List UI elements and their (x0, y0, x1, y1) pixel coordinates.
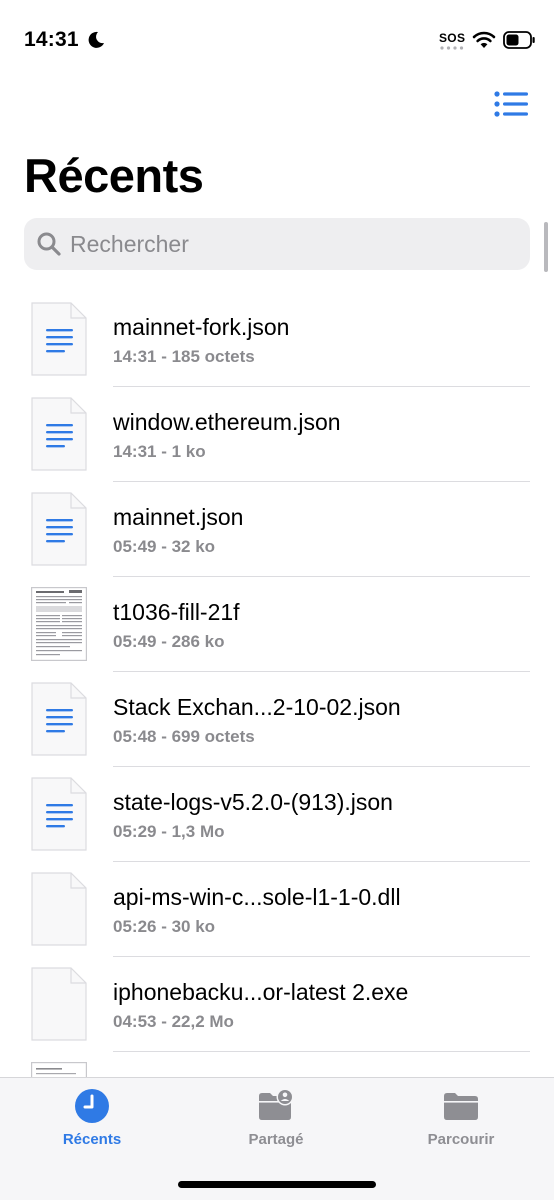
list-item[interactable]: mainnet.json 05:49 - 32 ko (0, 482, 554, 577)
file-name: api-ms-win-c...sole-l1-1-0.dll (113, 884, 401, 910)
file-name: Stack Exchan...2-10-02.json (113, 694, 401, 720)
search-placeholder: Rechercher (70, 231, 189, 257)
file-meta: 14:31 - 185 octets (113, 347, 255, 366)
wifi-icon (472, 31, 496, 48)
moon-icon (88, 31, 104, 48)
file-meta: 04:53 - 22,2 Mo (113, 1012, 234, 1031)
tab-recents[interactable]: Récents (27, 1078, 157, 1158)
form-preview-thumbnail (31, 587, 87, 661)
file-meta: 05:49 - 32 ko (113, 537, 216, 556)
file-meta: 05:48 - 699 octets (113, 727, 255, 746)
tab-label: Parcourir (427, 1131, 495, 1148)
text-document-icon (31, 777, 87, 851)
battery-icon (503, 31, 535, 49)
file-meta: 05:29 - 1,3 Mo (113, 822, 225, 841)
page-title: Récents (24, 149, 204, 202)
list-item[interactable]: Stack Exchan...2-10-02.json 05:48 - 699 … (0, 672, 554, 767)
file-name: mainnet-fork.json (113, 314, 290, 340)
clock-icon (75, 1089, 109, 1123)
file-name: mainnet.json (113, 504, 244, 530)
blank-document-icon (31, 872, 87, 946)
signal-dots-icon (440, 46, 464, 50)
scroll-indicator[interactable] (544, 222, 548, 272)
list-item[interactable]: api-ms-win-c...sole-l1-1-0.dll 05:26 - 3… (0, 862, 554, 957)
tab-browse[interactable]: Parcourir (396, 1078, 526, 1158)
list-item[interactable]: state-logs-v5.2.0-(913).json 05:29 - 1,3… (0, 767, 554, 862)
sos-indicator: SOS (439, 31, 466, 45)
file-name: iphonebacku...or-latest 2.exe (113, 979, 409, 1005)
list-item[interactable]: t1036-fill-21f 05:49 - 286 ko (0, 577, 554, 672)
shared-folder-icon (259, 1088, 294, 1120)
list-item[interactable]: iphonebacku...or-latest 2.exe 04:53 - 22… (0, 957, 554, 1052)
status-time: 14:31 (24, 28, 79, 51)
tab-label: Récents (62, 1131, 122, 1148)
file-list: mainnet-fork.json 14:31 - 185 octets win… (0, 292, 554, 1082)
blank-document-icon (31, 967, 87, 1041)
file-meta: 14:31 - 1 ko (113, 442, 206, 461)
search-input[interactable]: Rechercher (24, 218, 530, 270)
list-view-icon[interactable] (492, 88, 530, 120)
status-bar: 14:31 SOS (0, 0, 554, 80)
file-name: t1036-fill-21f (113, 599, 240, 625)
text-document-icon (31, 397, 87, 471)
text-document-icon (31, 492, 87, 566)
tab-shared[interactable]: Partagé (211, 1078, 341, 1158)
list-item[interactable]: mainnet-fork.json 14:31 - 185 octets (0, 292, 554, 387)
file-meta: 05:49 - 286 ko (113, 632, 225, 651)
tab-label: Partagé (248, 1131, 304, 1148)
list-item[interactable]: window.ethereum.json 14:31 - 1 ko (0, 387, 554, 482)
folder-icon (444, 1093, 478, 1120)
file-name: state-logs-v5.2.0-(913).json (113, 789, 393, 815)
text-document-icon (31, 682, 87, 756)
file-name: window.ethereum.json (113, 409, 341, 435)
file-meta: 05:26 - 30 ko (113, 917, 216, 936)
text-document-icon (31, 302, 87, 376)
search-icon (37, 232, 61, 256)
home-indicator[interactable] (178, 1181, 376, 1188)
